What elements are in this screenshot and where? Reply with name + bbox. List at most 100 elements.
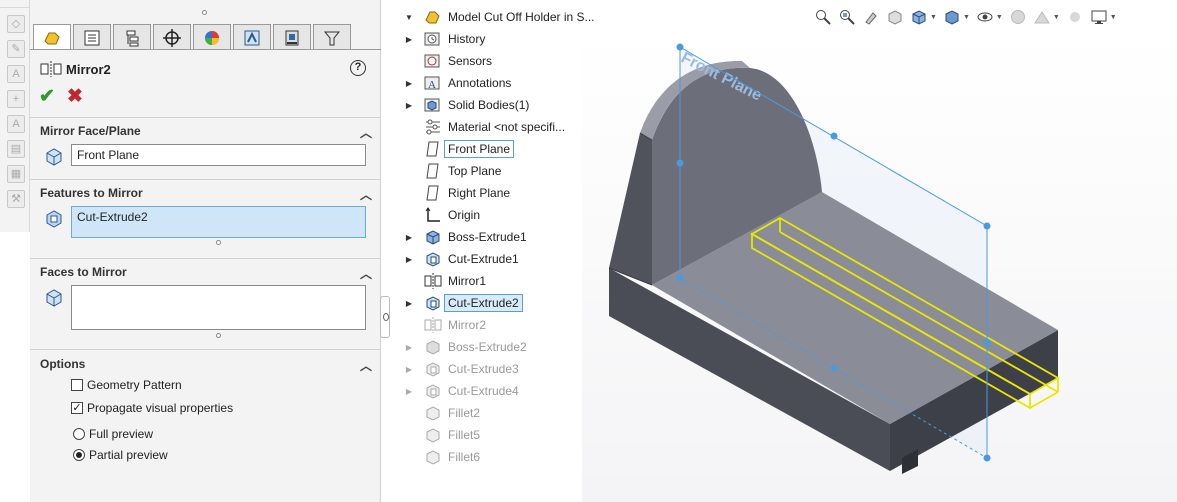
tree-item-sensors[interactable]: Sensors [404,50,492,72]
features-header[interactable]: Features to Mirror ︿ [40,186,374,203]
collapse-chevron-icon[interactable]: ︿ [360,265,372,282]
tree-item-fillet6[interactable]: Fillet6 [404,446,480,468]
expand-arrow-icon[interactable]: ▶ [404,255,414,264]
collapse-chevron-icon[interactable]: ︿ [360,357,372,374]
tree-item-annotations[interactable]: ▶ A Annotations [404,72,511,94]
propagate-checkbox[interactable]: ✓ [71,402,83,414]
partial-preview-radio[interactable] [73,449,85,461]
mirror-plane-field[interactable]: Front Plane [71,144,366,166]
tree-item-right-plane[interactable]: Right Plane [404,182,510,204]
note-icon[interactable]: A [7,115,25,133]
tab-configuration-manager[interactable] [113,24,151,50]
tree-item-label: History [448,32,486,46]
section-view-icon[interactable] [886,8,904,26]
tab-display-manager[interactable] [193,24,231,50]
panel-splitter[interactable] [380,296,390,338]
tree-item-cut-extrude3[interactable]: ▶ Cut-Extrude3 [404,358,519,380]
tree-item-history[interactable]: ▶ History [404,28,485,50]
cancel-button[interactable]: ✖ [67,85,83,108]
realview-icon[interactable] [1066,8,1084,26]
ok-button[interactable]: ✔ [39,85,55,108]
tab-cam[interactable] [233,24,271,50]
tree-item-cut-extrude2[interactable]: ▶ Cut-Extrude2 [404,292,523,314]
expand-arrow-icon[interactable]: ▶ [404,387,414,396]
tools-icon[interactable]: ⚒ [7,190,25,208]
graphics-viewport[interactable]: Front Plane [582,28,1177,502]
dropdown-arrow-icon[interactable]: ▼ [963,14,970,21]
tree-item-fillet2[interactable]: Fillet2 [404,402,480,424]
plane-icon [426,141,439,157]
dropdown-arrow-icon[interactable]: ▼ [1110,14,1117,21]
tree-item-cut-extrude1[interactable]: ▶ Cut-Extrude1 [404,248,519,270]
view-settings-icon[interactable] [1090,8,1108,26]
faces-header[interactable]: Faces to Mirror ︿ [40,265,374,282]
crosshair-icon [163,28,181,47]
zoom-to-fit-icon[interactable] [814,8,832,26]
full-preview-option[interactable]: Full preview [73,427,153,441]
display-style-icon[interactable] [943,8,961,26]
tree-item-material[interactable]: Material <not specifi... [404,116,565,138]
hide-show-icon[interactable] [976,8,994,26]
tree-item-cut-extrude4[interactable]: ▶ Cut-Extrude4 [404,380,519,402]
expand-arrow-icon[interactable]: ▶ [404,343,414,352]
sketch-icon[interactable]: ✎ [7,40,25,58]
propagate-option[interactable]: ✓ Propagate visual properties [71,401,233,415]
appearance-icon[interactable] [1009,8,1027,26]
dropdown-arrow-icon[interactable]: ▼ [996,14,1003,21]
text-icon[interactable]: A [7,65,25,83]
geometry-pattern-label: Geometry Pattern [87,378,182,392]
features-to-mirror-list[interactable]: Cut-Extrude2 [71,206,366,238]
smart-dimension-icon[interactable]: ◇ [7,15,25,33]
print-icon[interactable]: ▤ [7,140,25,158]
zoom-to-area-icon[interactable] [838,8,856,26]
tab-simulation[interactable] [273,24,311,50]
list-resize-grip[interactable] [216,333,221,338]
previous-view-icon[interactable] [862,8,880,26]
tree-item-solid-bodies[interactable]: ▶ Solid Bodies(1) [404,94,529,116]
tree-item-front-plane[interactable]: Front Plane [404,138,515,160]
grid-icon[interactable]: ▦ [7,165,25,183]
tree-root[interactable]: ▼ Model Cut Off Holder in S... [404,6,594,28]
collapse-chevron-icon[interactable]: ︿ [360,186,372,203]
list-resize-grip[interactable] [216,240,221,245]
strip-grip [0,0,30,8]
scene-icon[interactable] [1033,8,1051,26]
tab-dimxpert-manager[interactable] [153,24,191,50]
dropdown-arrow-icon[interactable]: ▼ [1053,14,1060,21]
tree-item-boss-extrude2[interactable]: ▶ Boss-Extrude2 [404,336,527,358]
help-button[interactable]: ? [350,60,366,76]
tree-item-top-plane[interactable]: Top Plane [404,160,501,182]
expand-arrow-icon[interactable]: ▶ [404,233,414,242]
expand-arrow-icon[interactable]: ▶ [404,101,414,110]
collapse-chevron-icon[interactable]: ︿ [360,124,372,141]
tree-item-mirror2[interactable]: Mirror2 [404,314,486,336]
panel-grip[interactable] [202,10,207,15]
expand-arrow-icon[interactable]: ▶ [404,299,414,308]
tab-design-checker[interactable] [313,24,351,50]
tree-item-fillet5[interactable]: Fillet5 [404,424,480,446]
tab-property-manager[interactable] [73,24,111,50]
mirror-face-header[interactable]: Mirror Face/Plane ︿ [40,124,374,141]
expand-arrow-icon[interactable]: ▶ [404,79,414,88]
geometry-pattern-checkbox[interactable] [71,379,83,391]
options-header[interactable]: Options ︿ [40,357,374,374]
tree-item-mirror1[interactable]: Mirror1 [404,270,486,292]
dropdown-arrow-icon[interactable]: ▼ [930,14,937,21]
fillet-icon [426,450,440,465]
collapse-arrow-icon[interactable]: ▼ [404,13,414,22]
tree-item-label: Annotations [448,76,512,90]
tree-item-origin[interactable]: Origin [404,204,480,226]
tab-feature-manager[interactable] [33,24,71,50]
full-preview-radio[interactable] [73,428,85,440]
partial-preview-option[interactable]: Partial preview [73,448,168,462]
view-orientation-icon[interactable] [910,8,928,26]
full-preview-label: Full preview [89,427,154,441]
add-icon[interactable]: + [7,90,25,108]
geometry-pattern-option[interactable]: Geometry Pattern [71,378,182,392]
tree-item-boss-extrude1[interactable]: ▶ Boss-Extrude1 [404,226,527,248]
faces-to-mirror-list[interactable] [71,285,366,330]
expand-arrow-icon[interactable]: ▶ [404,365,414,374]
expand-arrow-icon[interactable]: ▶ [404,35,414,44]
boss-extrude-icon [426,230,440,245]
faces-header-label: Faces to Mirror [40,265,127,279]
